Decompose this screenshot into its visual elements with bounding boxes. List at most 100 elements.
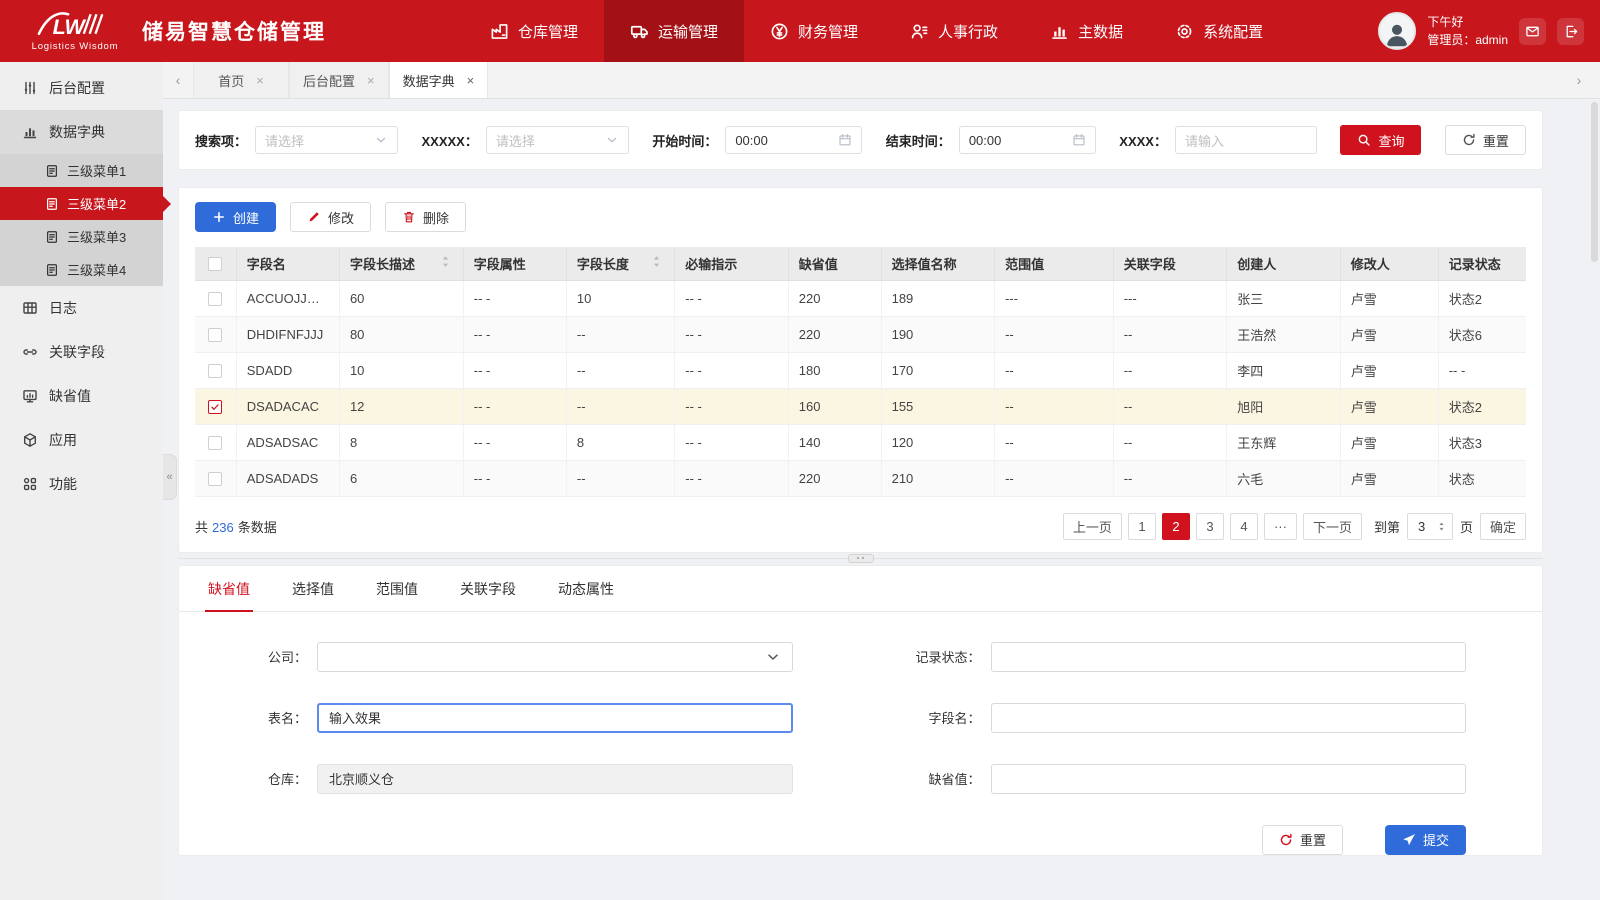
table-cell: 六毛	[1227, 460, 1340, 496]
table-name-input[interactable]: 输入效果	[317, 703, 793, 733]
sort-button[interactable]	[438, 254, 453, 272]
goto-confirm-button[interactable]: 确定	[1480, 513, 1526, 540]
pagination-next[interactable]: 下一页	[1303, 513, 1362, 540]
nav-item-transport[interactable]: 运输管理	[604, 0, 744, 62]
sidebar-item-submenu-1[interactable]: 三级菜单1	[0, 154, 163, 187]
filter-reset-button[interactable]: 重置	[1445, 125, 1526, 155]
nav-item-system-config[interactable]: 系统配置	[1149, 0, 1289, 62]
record-status-input[interactable]	[991, 642, 1467, 672]
row-checkbox[interactable]	[208, 364, 222, 378]
table-row[interactable]: ACCUOJJDJN60-- -10-- -220189------张三卢雪状态…	[195, 280, 1526, 316]
pagination-prev[interactable]: 上一页	[1063, 513, 1122, 540]
end-time-input[interactable]: 00:00	[959, 126, 1096, 154]
scrollbar-thumb[interactable]	[1591, 102, 1598, 262]
sidebar-item-functions[interactable]: 功能	[0, 462, 163, 506]
detail-tab-select-value[interactable]: 选择值	[271, 566, 355, 611]
sidebar-item-submenu-4[interactable]: 三级菜单4	[0, 253, 163, 286]
detail-tab-dynamic-attr[interactable]: 动态属性	[537, 566, 635, 611]
detail-tab-range-value[interactable]: 范围值	[355, 566, 439, 611]
content-area: 搜索项： 请选择 XXXXX： 请选择 开始时间： 0	[163, 99, 1600, 900]
avatar[interactable]	[1378, 12, 1416, 50]
company-select[interactable]	[317, 642, 793, 672]
nav-item-warehouse[interactable]: 仓库管理	[464, 0, 604, 62]
doc-icon	[45, 230, 59, 244]
detail-tab-default-value[interactable]: 缺省值	[187, 566, 271, 611]
yen-icon	[770, 22, 789, 41]
tab-close-icon[interactable]: ×	[467, 73, 475, 88]
table-row[interactable]: DHDIFNFJJJ80-- ----- -220190----王浩然卢雪状态6	[195, 316, 1526, 352]
tab-scroll-left[interactable]: ‹	[163, 62, 193, 98]
column-header[interactable]: 字段长度	[566, 247, 674, 280]
sidebar-item-applications[interactable]: 应用	[0, 418, 163, 462]
column-header: 修改人	[1340, 247, 1438, 280]
tab-home[interactable]: 首页×	[193, 62, 289, 98]
table-cell: 120	[881, 424, 994, 460]
row-checkbox[interactable]	[208, 292, 222, 306]
query-button[interactable]: 查询	[1340, 125, 1421, 155]
sidebar-collapse-handle[interactable]: «	[163, 454, 177, 500]
modify-button[interactable]: 修改	[290, 202, 371, 232]
detail-tab-related-field[interactable]: 关联字段	[439, 566, 537, 611]
splitter-drag-handle[interactable]	[848, 554, 874, 563]
default-value-input[interactable]	[991, 764, 1467, 794]
sidebar-item-backend-config[interactable]: 后台配置	[0, 66, 163, 110]
table-row[interactable]: ADSADADS6-- ----- -220210----六毛卢雪状态	[195, 460, 1526, 496]
pagination-pages: 1234	[1128, 513, 1258, 540]
table-cell: --	[566, 460, 674, 496]
row-checkbox[interactable]	[208, 436, 222, 450]
column-header[interactable]: 字段长描述	[339, 247, 463, 280]
tab-data-dictionary[interactable]: 数据字典×	[389, 62, 489, 98]
sidebar-item-data-dictionary[interactable]: 数据字典	[0, 110, 163, 154]
logout-button[interactable]	[1557, 18, 1584, 45]
delete-button[interactable]: 删除	[385, 202, 466, 232]
table-cell: 卢雪	[1340, 316, 1438, 352]
field-name-input[interactable]	[991, 703, 1467, 733]
table-cell: --	[1113, 460, 1226, 496]
pagination-page-4[interactable]: 4	[1230, 513, 1258, 540]
pagination-page-2[interactable]: 2	[1162, 513, 1190, 540]
column-header: 关联字段	[1113, 247, 1226, 280]
pagination-ellipsis[interactable]: ···	[1264, 513, 1297, 540]
tab-scroll-right[interactable]: ›	[1564, 62, 1594, 98]
warehouse-field: 仓库： 北京顺义仓	[191, 764, 793, 794]
table-cell: -- -	[463, 460, 566, 496]
person-icon	[1384, 21, 1410, 47]
table-cell: 李四	[1227, 352, 1340, 388]
tab-close-icon[interactable]: ×	[256, 73, 264, 88]
goto-page-input[interactable]: 3	[1407, 513, 1453, 540]
submit-button[interactable]: 提交	[1385, 825, 1466, 855]
table-cell: 140	[788, 424, 881, 460]
nav-item-master-data[interactable]: 主数据	[1024, 0, 1149, 62]
table-row[interactable]: ADSADSAC8-- -8-- -140120----王东辉卢雪状态3	[195, 424, 1526, 460]
row-checkbox[interactable]	[208, 328, 222, 342]
xxxx-input[interactable]: 请输入	[1175, 126, 1317, 154]
detail-reset-button[interactable]: 重置	[1262, 825, 1343, 855]
row-checkbox[interactable]	[208, 472, 222, 486]
nav-item-hr[interactable]: 人事行政	[884, 0, 1024, 62]
tab-backend-config[interactable]: 后台配置×	[289, 62, 389, 98]
pagination-page-3[interactable]: 3	[1196, 513, 1224, 540]
mail-button[interactable]	[1519, 18, 1546, 45]
table-row[interactable]: DSADACAC12-- ----- -160155----旭阳卢雪状态2	[195, 388, 1526, 424]
sidebar-item-submenu-3[interactable]: 三级菜单3	[0, 220, 163, 253]
select-all-checkbox[interactable]	[208, 257, 222, 271]
table-cell: 王东辉	[1227, 424, 1340, 460]
paper-plane-icon	[1402, 833, 1416, 847]
sidebar-item-related-fields[interactable]: 关联字段	[0, 330, 163, 374]
table-cell: --	[1113, 424, 1226, 460]
nav-item-finance[interactable]: 财务管理	[744, 0, 884, 62]
xxxxx-select[interactable]: 请选择	[486, 126, 629, 154]
row-checkbox[interactable]	[208, 400, 222, 414]
create-button[interactable]: 创建	[195, 202, 276, 232]
sort-icon	[649, 254, 664, 269]
pagination-page-1[interactable]: 1	[1128, 513, 1156, 540]
start-time-input[interactable]: 00:00	[725, 126, 862, 154]
tab-close-icon[interactable]: ×	[367, 73, 375, 88]
sort-icon	[438, 254, 453, 269]
table-row[interactable]: SDADD10-- ----- -180170----李四卢雪-- -	[195, 352, 1526, 388]
sort-button[interactable]	[649, 254, 664, 272]
search-item-select[interactable]: 请选择	[255, 126, 398, 154]
sidebar-item-submenu-2[interactable]: 三级菜单2	[0, 187, 163, 220]
sidebar-item-default-values[interactable]: 缺省值	[0, 374, 163, 418]
sidebar-item-logs[interactable]: 日志	[0, 286, 163, 330]
